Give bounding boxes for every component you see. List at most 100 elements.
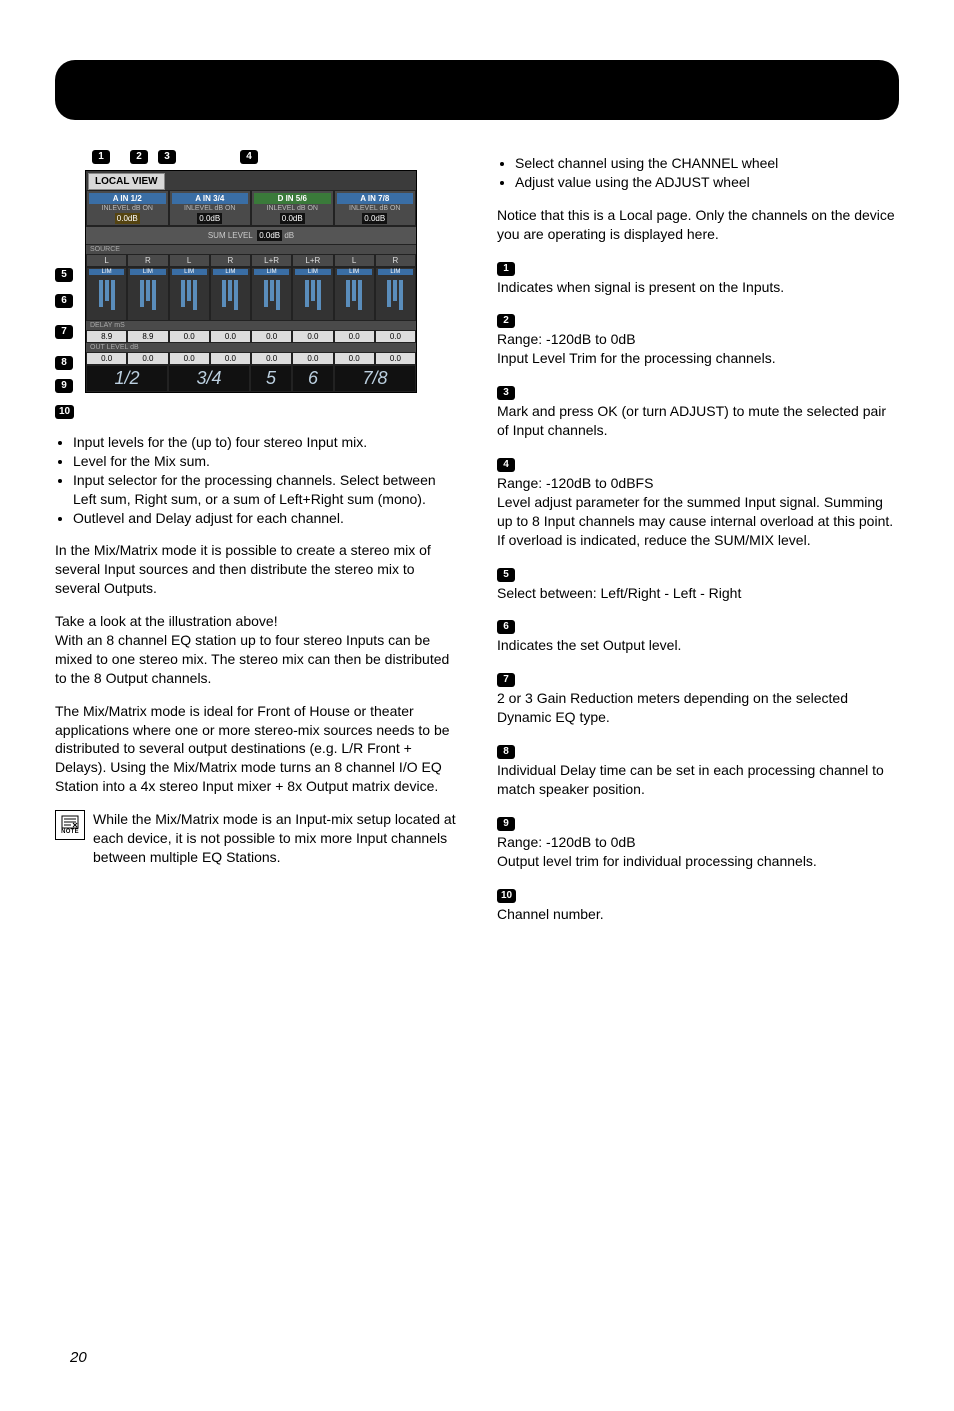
limiter-badge: LIM (378, 269, 413, 275)
delay-row: 8.98.90.00.00.00.00.00.0 (86, 330, 416, 343)
callout-heading: 4 (497, 454, 899, 472)
inlevel-label: INLEVEL dB ON (172, 205, 249, 212)
out-level-row: 0.00.00.00.00.00.00.00.0 (86, 352, 416, 365)
callout-badge: 8 (497, 745, 515, 759)
callout-badge: 5 (497, 568, 515, 582)
limiter-badge: LIM (295, 269, 330, 275)
source-cell: L (334, 254, 375, 267)
paragraph: Take a look at the illustration above! (55, 612, 457, 631)
meter-cell: LIM (86, 267, 127, 321)
callout-body: Channel number. (497, 905, 899, 924)
callout-badge: 2 (130, 150, 148, 164)
delay-value: 0.0 (334, 330, 375, 343)
out-level-label: OUT LEVEL dB (86, 343, 416, 352)
callout-body: Range: -120dB to 0dBInput Level Trim for… (497, 330, 899, 368)
strip-title: A IN 7/8 (337, 193, 414, 204)
delay-value: 0.0 (169, 330, 210, 343)
callout-body: Indicates when signal is present on the … (497, 278, 899, 297)
callout-badge: 5 (55, 268, 73, 282)
inlevel-label: INLEVEL dB ON (89, 205, 166, 212)
delay-value: 8.9 (86, 330, 127, 343)
callout-badge: 4 (497, 458, 515, 472)
out-level-value: 0.0 (334, 352, 375, 365)
callout-badge: 1 (497, 262, 515, 276)
source-cell: L (86, 254, 127, 267)
callout-badge: 7 (497, 673, 515, 687)
paragraph: The Mix/Matrix mode is ideal for Front o… (55, 702, 457, 796)
limiter-badge: LIM (89, 269, 124, 275)
inlevel-value: 0.0dB (197, 213, 222, 224)
sum-level-row: SUM LEVEL 0.0dB dB (86, 226, 416, 245)
sum-level-unit: dB (284, 231, 294, 240)
source-cell: R (210, 254, 251, 267)
inlevel-label: INLEVEL dB ON (254, 205, 331, 212)
right-item-sections: 1 Indicates when signal is present on the… (497, 258, 899, 924)
channel-number: 5 (250, 365, 292, 392)
callout-badge: 9 (55, 379, 73, 393)
meter-row: LIMLIMLIMLIMLIMLIMLIMLIM (86, 267, 416, 321)
inlevel-value: 0.0dB (115, 213, 140, 224)
callout-body: Mark and press OK (or turn ADJUST) to mu… (497, 402, 899, 440)
meter-cell: LIM (334, 267, 375, 321)
source-cell: L+R (251, 254, 292, 267)
out-level-value: 0.0 (210, 352, 251, 365)
sum-level-label: SUM LEVEL (208, 231, 253, 240)
channel-number: 3/4 (168, 365, 250, 392)
callout-badge: 8 (55, 356, 73, 370)
callout-heading: 2 (497, 310, 899, 328)
strip-title: A IN 3/4 (172, 193, 249, 204)
callout-body: Range: -120dB to 0dBFSLevel adjust param… (497, 474, 899, 550)
source-cell: L+R (292, 254, 333, 267)
paragraph: In the Mix/Matrix mode it is possible to… (55, 541, 457, 598)
callout-badge: 10 (55, 405, 74, 419)
list-item: Adjust value using the ADJUST wheel (515, 173, 899, 192)
inlevel-value: 0.0dB (280, 213, 305, 224)
list-item: Outlevel and Delay adjust for each chann… (73, 509, 457, 528)
callout-badge: 10 (497, 889, 516, 903)
callout-heading: 9 (497, 813, 899, 831)
paragraph: Notice that this is a Local page. Only t… (497, 206, 899, 244)
source-label: SOURCE (86, 245, 416, 254)
paragraph: With an 8 channel EQ station up to four … (55, 631, 457, 688)
list-item: Level for the Mix sum. (73, 452, 457, 471)
callout-heading: 7 (497, 669, 899, 687)
list-item: Input levels for the (up to) four stereo… (73, 433, 457, 452)
strip-title: D IN 5/6 (254, 193, 331, 204)
top-callouts: 1234 (85, 150, 457, 170)
delay-label: DELAY mS (86, 321, 416, 330)
meter-cell: LIM (375, 267, 416, 321)
out-level-value: 0.0 (86, 352, 127, 365)
delay-value: 0.0 (251, 330, 292, 343)
callout-badge: 6 (497, 620, 515, 634)
out-level-value: 0.0 (169, 352, 210, 365)
input-strip: A IN 3/4INLEVEL dB ON0.0dB (169, 190, 252, 226)
callout-badge: 3 (497, 386, 515, 400)
out-level-value: 0.0 (127, 352, 168, 365)
channel-number: 1/2 (86, 365, 168, 392)
limiter-badge: LIM (254, 269, 289, 275)
sum-level-value: 0.0dB (257, 230, 282, 241)
callout-body: Range: -120dB to 0dBOutput level trim fo… (497, 833, 899, 871)
source-cell: R (127, 254, 168, 267)
callout-heading: 10 (497, 885, 899, 903)
delay-value: 0.0 (292, 330, 333, 343)
callout-badge: 4 (240, 150, 258, 164)
out-level-value: 0.0 (251, 352, 292, 365)
inlevel-value: 0.0dB (362, 213, 387, 224)
callout-body: Indicates the set Output level. (497, 636, 899, 655)
manual-page: 1234 5678910 LOCAL VIEW A IN 1/2INLEVEL … (0, 60, 954, 1411)
channel-row: 1/23/4567/8 (86, 365, 416, 392)
callout-badge: 7 (55, 325, 73, 339)
callout-badge: 3 (158, 150, 176, 164)
local-view-tab: LOCAL VIEW (88, 173, 165, 190)
limiter-badge: LIM (130, 269, 165, 275)
limiter-badge: LIM (172, 269, 207, 275)
note-icon: NOTE (55, 810, 85, 840)
input-strip: A IN 7/8INLEVEL dB ON0.0dB (334, 190, 417, 226)
left-column: 1234 5678910 LOCAL VIEW A IN 1/2INLEVEL … (55, 150, 457, 924)
list-item: Input selector for the processing channe… (73, 471, 457, 509)
header-band (55, 60, 899, 120)
input-strip: D IN 5/6INLEVEL dB ON0.0dB (251, 190, 334, 226)
callout-heading: 6 (497, 616, 899, 634)
input-strip-row: A IN 1/2INLEVEL dB ON0.0dBA IN 3/4INLEVE… (86, 190, 416, 226)
